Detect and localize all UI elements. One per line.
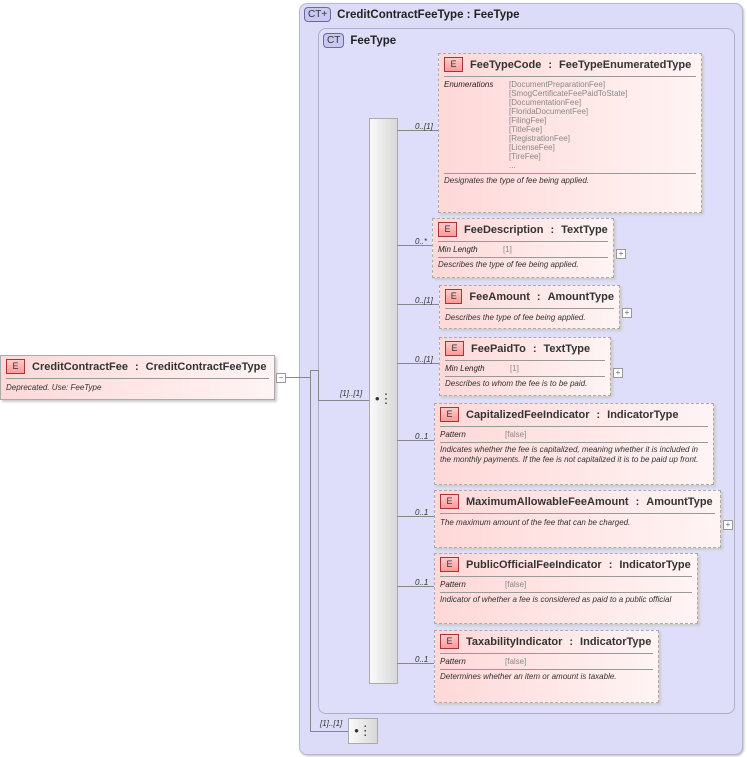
- sequence-icon: •⋮: [354, 723, 372, 738]
- collapse-toggle[interactable]: −: [276, 373, 286, 383]
- element-cardinality: 0..1: [415, 508, 429, 517]
- element-type: AmountType: [646, 495, 713, 508]
- facet-value: [false]: [505, 580, 527, 589]
- element-name: FeeTypeCode: [470, 58, 542, 71]
- element-doc: The maximum amount of the fee that can b…: [440, 518, 631, 527]
- element-doc: Describes to whom the fee is to be paid.: [445, 379, 588, 388]
- element-type: FeeTypeEnumeratedType: [558, 58, 692, 71]
- element-type: CreditContractFeeType: [145, 360, 267, 373]
- facet-value: [false]: [505, 430, 527, 439]
- element-name: PublicOfficialFeeIndicator: [466, 558, 602, 571]
- element-icon: E: [440, 557, 459, 572]
- element-icon: E: [445, 289, 463, 304]
- element-doc: Describes the type of fee being applied.: [445, 313, 586, 322]
- element-doc: Designates the type of fee being applied…: [444, 176, 589, 185]
- expand-toggle[interactable]: +: [622, 308, 632, 318]
- element-cardinality: 0..1: [415, 578, 429, 587]
- facet-label: Enumerations: [444, 80, 494, 89]
- element-doc: Describes the type of fee being applied.: [438, 260, 579, 269]
- element-type: IndicatorType: [607, 408, 679, 421]
- element-type: TextType: [561, 223, 608, 236]
- outer-cardinality: [1]..[1]: [320, 719, 343, 728]
- element-taxabilityindicator[interactable]: E TaxabilityIndicator: IndicatorType Patter…: [434, 630, 659, 703]
- element-name: TaxabilityIndicator: [466, 635, 563, 648]
- element-icon: E: [444, 57, 463, 72]
- complex-type-extension-icon: CT+: [304, 7, 332, 22]
- element-name: FeeAmount: [469, 290, 530, 303]
- complex-type-icon: CT: [323, 33, 345, 48]
- facet-value: [TitleFee]: [509, 125, 543, 134]
- facet-value: [FloridaDocumentFee]: [509, 107, 589, 116]
- element-icon: E: [6, 359, 25, 374]
- expand-toggle[interactable]: +: [613, 367, 623, 378]
- root-element[interactable]: E CreditContractFee: CreditContractFeeType…: [0, 355, 275, 400]
- expand-toggle[interactable]: +: [616, 249, 626, 259]
- element-name: FeeDescription: [464, 223, 544, 236]
- element-name: CapitalizedFeeIndicator: [466, 408, 590, 421]
- facet-label: Pattern: [440, 430, 466, 439]
- element-cardinality: 0..1: [415, 655, 429, 664]
- facet-value: [FilingFee]: [509, 116, 547, 125]
- element-type: IndicatorType: [619, 558, 691, 571]
- connector: [310, 731, 348, 732]
- facet-label: Min Length: [438, 245, 478, 254]
- element-capitalizedfeeindicator[interactable]: E CapitalizedFeeIndicator: IndicatorType Pa…: [434, 403, 714, 485]
- element-icon: E: [440, 494, 459, 509]
- outer-type-title: CreditContractFeeType : FeeType: [337, 8, 520, 21]
- element-icon: E: [445, 341, 464, 356]
- connector: [318, 400, 369, 401]
- element-maximumallowablefeeamount[interactable]: E MaximumAllowableFeeAmount: AmountType The…: [434, 490, 721, 548]
- facet-value: [LicenseFee]: [509, 143, 555, 152]
- element-type: TextType: [543, 342, 591, 355]
- element-cardinality: 0..[1]: [415, 122, 433, 131]
- facet-value: ...: [509, 161, 516, 170]
- facet-label: Pattern: [440, 580, 466, 589]
- expand-toggle[interactable]: +: [723, 520, 733, 530]
- element-doc: Deprecated. Use: FeeType: [6, 383, 102, 392]
- element-name: FeePaidTo: [471, 342, 526, 355]
- element-doc: Indicates whether the fee is capitalized…: [440, 445, 699, 464]
- sequence-compositor-collapsed[interactable]: •⋮: [348, 718, 378, 744]
- connector: [286, 377, 310, 378]
- facet-label: Min Length: [445, 364, 485, 373]
- element-doc: Indicator of whether a fee is considered…: [440, 595, 672, 604]
- element-cardinality: 0..1: [415, 432, 429, 441]
- element-type: IndicatorType: [580, 635, 652, 648]
- element-name: MaximumAllowableFeeAmount: [466, 495, 629, 508]
- facet-value: [TireFee]: [509, 152, 541, 161]
- element-name: CreditContractFee: [32, 360, 128, 373]
- element-type: AmountType: [547, 290, 614, 303]
- element-feepaidto[interactable]: E FeePaidTo: TextType Min Length [1] Describe…: [439, 337, 611, 396]
- element-feedescription[interactable]: E FeeDescription: TextType Min Length [1] Des…: [432, 218, 614, 278]
- connector: [318, 370, 319, 401]
- element-icon: E: [440, 634, 459, 649]
- sequence-icon: •⋮: [375, 391, 393, 406]
- facet-value: [1]: [503, 245, 512, 254]
- facet-value: [false]: [505, 657, 527, 666]
- element-cardinality: 0..[1]: [415, 296, 433, 305]
- element-doc: Determines whether an item or amount is …: [440, 672, 617, 681]
- element-cardinality: 0..[1]: [415, 355, 433, 364]
- connector: [310, 370, 311, 732]
- facet-value: [DocumentationFee]: [509, 98, 582, 107]
- element-icon: E: [440, 407, 459, 422]
- facet-value: [RegistrationFee]: [509, 134, 570, 143]
- element-feetypecode[interactable]: E FeeTypeCode: FeeTypeEnumeratedType Enumer…: [438, 53, 702, 213]
- sequence-cardinality: [1]..[1]: [340, 389, 363, 398]
- outer-type-header: CT+ CreditContractFeeType : FeeType: [304, 7, 520, 22]
- facet-label: Pattern: [440, 657, 466, 666]
- element-feeamount[interactable]: E FeeAmount: AmountType Describes the type …: [439, 285, 620, 329]
- inner-type-header: CT FeeType: [323, 33, 396, 48]
- inner-type-title: FeeType: [350, 34, 397, 47]
- element-publicofficialfeeindicator[interactable]: E PublicOfficialFeeIndicator: IndicatorTyp…: [434, 553, 698, 624]
- element-cardinality: 0..*: [415, 237, 428, 246]
- facet-value: [SmogCertificateFeePaidToState]: [509, 89, 628, 98]
- facet-value: [DocumentPreparationFee]: [509, 80, 606, 89]
- element-icon: E: [438, 222, 457, 237]
- facet-value: [1]: [510, 364, 519, 373]
